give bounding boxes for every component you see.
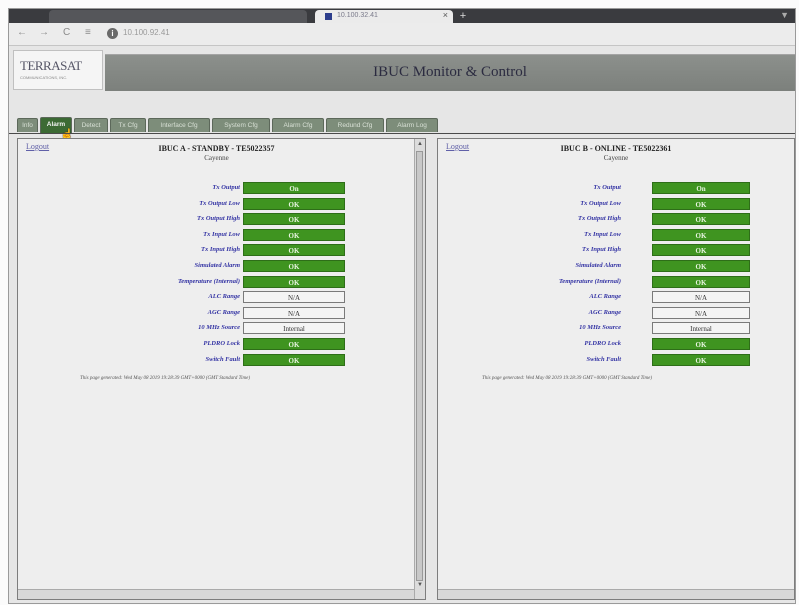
favicon-icon bbox=[325, 13, 332, 20]
alarm-label: ALC Range bbox=[208, 293, 240, 301]
alarm-status-cell: OK bbox=[652, 213, 750, 226]
alarm-label: Tx Output Low bbox=[199, 199, 240, 207]
tab-alarm-cfg[interactable]: Alarm Cfg bbox=[272, 118, 324, 132]
alarm-label: ALC Range bbox=[589, 293, 621, 301]
panel-b-subtitle: Cayenne bbox=[603, 154, 629, 162]
panel-b-footer: This page generated: Wed May 08 2019 19:… bbox=[482, 376, 652, 381]
panel-b-title: IBUC B - ONLINE - TE5022361 bbox=[560, 144, 672, 153]
tab-info[interactable]: Info bbox=[17, 118, 38, 132]
alarm-status-cell: OK bbox=[243, 353, 345, 366]
screen: 10.100.32.41 × + ▼ ← → C ≡ i 10.100.92.4… bbox=[8, 8, 796, 604]
terrasat-logo: TERRASAT COMMUNICATIONS, INC. bbox=[13, 50, 103, 90]
header-banner: IBUC Monitor & Control bbox=[105, 54, 795, 91]
panel-a-footer: This page generated: Wed May 08 2019 19:… bbox=[80, 376, 250, 381]
panel-ibuc-b: Logout IBUC B - ONLINE - TE5022361 Cayen… bbox=[437, 138, 795, 600]
alarm-status-cell: OK bbox=[243, 338, 345, 350]
alarm-label: AGC Range bbox=[588, 308, 621, 316]
menu-button[interactable]: ≡ bbox=[85, 27, 91, 38]
browser-toolbar: ← → C ≡ i 10.100.92.41 bbox=[9, 23, 795, 46]
alarm-label: Tx Output High bbox=[578, 215, 621, 223]
alarm-label: 10 MHz Source bbox=[198, 324, 240, 332]
panel-a-subtitle: Cayenne bbox=[204, 154, 229, 162]
alarm-status-cell: OK bbox=[243, 197, 345, 210]
alarm-status-cell: OK bbox=[243, 260, 345, 272]
alarm-label: Temperature (Internal) bbox=[558, 277, 621, 285]
alarm-label: Simulated Alarm bbox=[194, 262, 240, 269]
alarm-status-cell: OK bbox=[652, 260, 750, 272]
alarm-status-cell: Internal bbox=[652, 322, 750, 335]
alarm-status-cell: OK bbox=[652, 275, 750, 288]
alarm-status-cell: Internal bbox=[243, 322, 345, 335]
new-tab-button[interactable]: + bbox=[457, 10, 469, 22]
alarm-label: Tx Output High bbox=[197, 215, 240, 223]
alarm-label: Tx Output bbox=[593, 184, 621, 191]
alarm-label: Tx Output bbox=[212, 184, 240, 191]
alarm-status-cell: On bbox=[243, 182, 345, 194]
back-button[interactable]: ← bbox=[17, 27, 27, 38]
alarm-label: PLDRO Lock bbox=[203, 340, 240, 347]
panel-a-title: IBUC A - STANDBY - TE5022357 bbox=[158, 144, 275, 153]
forward-button[interactable]: → bbox=[39, 27, 49, 38]
close-tab-icon[interactable]: × bbox=[443, 10, 448, 20]
tab-interface-cfg[interactable]: Interface Cfg bbox=[148, 118, 210, 132]
browser-tab-title: 10.100.32.41 bbox=[337, 12, 378, 19]
tab-redund-cfg[interactable]: Redund Cfg bbox=[326, 118, 384, 132]
address-bar[interactable]: i 10.100.92.41 bbox=[107, 27, 407, 41]
tab-system-cfg[interactable]: System Cfg bbox=[212, 118, 270, 132]
alarm-label: Tx Input Low bbox=[203, 230, 240, 238]
alarm-status-cell: OK bbox=[652, 353, 750, 366]
alarm-label: AGC Range bbox=[207, 308, 240, 316]
alarm-status-cell: N/A bbox=[243, 306, 345, 319]
scroll-down-icon[interactable]: ▼ bbox=[416, 581, 424, 589]
address-url: 10.100.92.41 bbox=[123, 28, 170, 37]
alarm-status-cell: OK bbox=[652, 338, 750, 350]
alarm-label: Simulated Alarm bbox=[575, 262, 621, 269]
tab-alarm-log[interactable]: Alarm Log bbox=[386, 118, 438, 132]
alarm-label: Tx Input High bbox=[581, 246, 621, 254]
logo-subtext: COMMUNICATIONS, INC. bbox=[20, 75, 68, 80]
alarm-status-cell: OK bbox=[243, 244, 345, 257]
web-page: TERRASAT COMMUNICATIONS, INC. IBUC Monit… bbox=[9, 46, 795, 603]
panel-b-hscrollbar[interactable] bbox=[438, 589, 794, 599]
panel-a-scrollbar[interactable]: ▲ ▼ bbox=[414, 139, 425, 599]
alarm-label: Switch Fault bbox=[586, 355, 622, 363]
panel-a-hscrollbar[interactable] bbox=[18, 589, 414, 599]
alarm-label: 10 MHz Source bbox=[579, 324, 621, 332]
alarm-status-cell: N/A bbox=[652, 306, 750, 319]
reload-button[interactable]: C bbox=[63, 27, 70, 38]
alarm-status-cell: OK bbox=[243, 213, 345, 226]
scroll-up-icon[interactable]: ▲ bbox=[416, 140, 424, 148]
info-icon[interactable]: i bbox=[107, 28, 118, 39]
alarm-label: PLDRO Lock bbox=[584, 340, 621, 347]
alarm-status-cell: OK bbox=[243, 228, 345, 241]
alarm-status-cell: N/A bbox=[652, 291, 750, 304]
alarm-label: Switch Fault bbox=[205, 355, 241, 363]
tab-tx-cfg[interactable]: Tx Cfg bbox=[110, 118, 146, 132]
alarm-label: Tx Input High bbox=[200, 246, 240, 254]
tab-divider bbox=[9, 133, 795, 134]
alarm-status-cell: OK bbox=[652, 197, 750, 210]
alarm-status-cell: OK bbox=[243, 275, 345, 288]
alarm-status-cell: On bbox=[652, 182, 750, 194]
alarm-status-cell: OK bbox=[652, 244, 750, 257]
alarm-label: Tx Input Low bbox=[584, 230, 621, 238]
tab-detect[interactable]: Detect bbox=[74, 118, 108, 132]
alarm-status-cell: N/A bbox=[243, 291, 345, 304]
alarm-status-cell: OK bbox=[652, 228, 750, 241]
alarm-label: Tx Output Low bbox=[580, 199, 621, 207]
browser-tab-strip: 10.100.32.41 × + ▼ bbox=[9, 9, 795, 23]
panel-ibuc-a: Logout IBUC A - STANDBY - TE5022357 Caye… bbox=[17, 138, 426, 600]
alarm-label: Temperature (Internal) bbox=[177, 277, 240, 285]
window-menu-icon[interactable]: ▼ bbox=[780, 10, 789, 20]
page-title: IBUC Monitor & Control bbox=[373, 64, 527, 80]
logo-text: TERRASAT bbox=[20, 58, 82, 73]
browser-tab-active[interactable]: 10.100.32.41 × bbox=[315, 10, 453, 23]
scroll-thumb[interactable] bbox=[416, 151, 423, 581]
browser-tab[interactable] bbox=[49, 10, 307, 23]
